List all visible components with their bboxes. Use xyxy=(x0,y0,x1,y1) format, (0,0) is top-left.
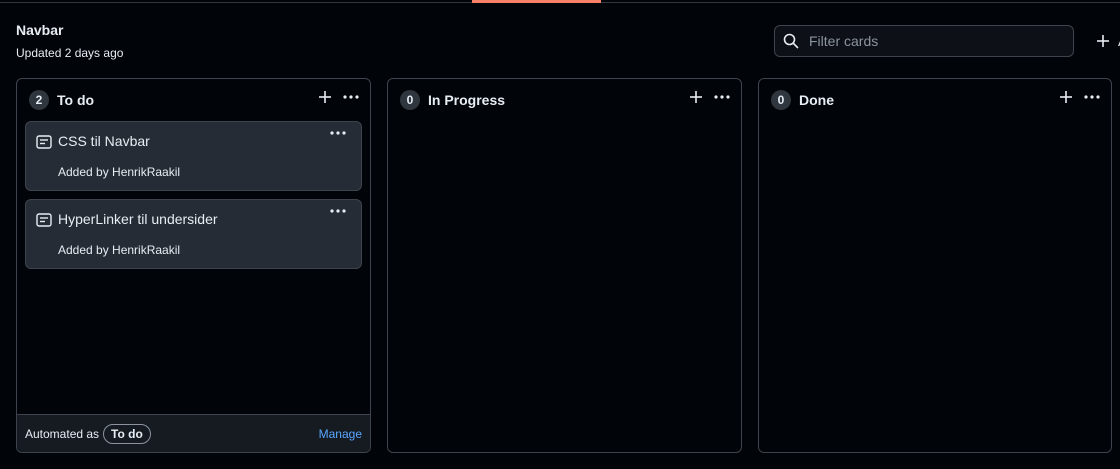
column-menu-button[interactable] xyxy=(713,94,731,100)
column-header: 0 In Progress xyxy=(388,79,741,121)
add-card-button[interactable] xyxy=(689,90,703,104)
column-title: To do xyxy=(57,92,95,108)
plus-icon xyxy=(690,91,702,103)
search-icon xyxy=(783,33,799,49)
note-icon xyxy=(36,213,52,227)
kebab-icon xyxy=(330,131,346,135)
card-menu-button[interactable] xyxy=(329,130,347,136)
card-count-badge: 0 xyxy=(771,90,791,110)
automated-label: Automated as xyxy=(25,426,100,441)
card-title[interactable]: CSS til Navbar xyxy=(58,133,150,149)
manage-automation-link[interactable]: Manage xyxy=(319,427,362,441)
card-count-badge: 0 xyxy=(400,90,420,110)
add-card-button[interactable] xyxy=(1059,90,1073,104)
kebab-icon xyxy=(714,95,730,99)
card-count-badge: 2 xyxy=(29,90,49,110)
kebab-icon xyxy=(330,209,346,213)
card-meta: Added by HenrikRaakil xyxy=(58,165,181,179)
project-title: Navbar xyxy=(16,22,64,38)
column-title: Done xyxy=(799,92,834,108)
plus-icon xyxy=(1060,91,1072,103)
column-in-progress: 0 In Progress xyxy=(387,78,742,453)
add-column-button[interactable]: A xyxy=(1096,28,1120,54)
kebab-icon xyxy=(343,95,359,99)
card-menu-button[interactable] xyxy=(329,208,347,214)
column-to-do: 2 To do CSS til Navbar Added by HenrikRa… xyxy=(16,78,371,453)
updated-timestamp: Updated 2 days ago xyxy=(16,46,124,60)
filter-cards-input[interactable] xyxy=(807,32,1057,50)
card[interactable]: CSS til Navbar Added by HenrikRaakil xyxy=(25,121,362,191)
column-footer: Automated as To do Manage xyxy=(17,414,370,452)
column-menu-button[interactable] xyxy=(342,94,360,100)
column-menu-button[interactable] xyxy=(1083,94,1101,100)
plus-icon xyxy=(319,91,331,103)
note-icon xyxy=(36,135,52,149)
column-header: 0 Done xyxy=(759,79,1111,121)
column-done: 0 Done xyxy=(758,78,1112,453)
filter-cards-box[interactable] xyxy=(774,25,1074,57)
column-header: 2 To do xyxy=(17,79,370,121)
card-meta: Added by HenrikRaakil xyxy=(58,243,181,257)
active-tab-indicator xyxy=(472,0,601,3)
card[interactable]: HyperLinker til undersider Added by Henr… xyxy=(25,199,362,269)
add-card-button[interactable] xyxy=(318,90,332,104)
automation-preset-pill: To do xyxy=(103,423,151,444)
column-title: In Progress xyxy=(428,92,506,108)
card-title[interactable]: HyperLinker til undersider xyxy=(58,211,218,227)
kebab-icon xyxy=(1084,95,1100,99)
plus-icon xyxy=(1096,34,1110,48)
